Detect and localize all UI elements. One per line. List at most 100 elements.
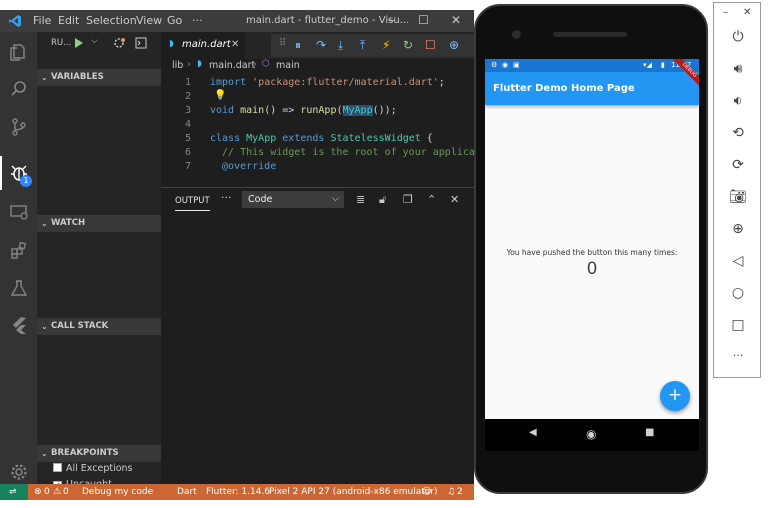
- code-line-7: @override: [210, 161, 277, 172]
- lightbulb-icon[interactable]: 💡: [214, 90, 226, 101]
- stop-icon[interactable]: ☐: [425, 38, 436, 52]
- open-in-editor-icon[interactable]: ❐: [403, 193, 413, 206]
- volume-down-icon[interactable]: 🔉︎: [726, 93, 750, 115]
- emulator-minimize-button[interactable]: –: [723, 7, 728, 18]
- breakpoint-all-exceptions[interactable]: All Exceptions: [53, 463, 133, 477]
- warning-count[interactable]: 0: [63, 484, 69, 500]
- menu-selection[interactable]: Selection: [86, 14, 137, 27]
- section-breakpoints[interactable]: ⌄ BREAKPOINTS: [37, 445, 161, 462]
- restart-icon[interactable]: ↻: [403, 38, 413, 52]
- close-panel-icon[interactable]: ✕: [450, 193, 459, 206]
- explorer-icon[interactable]: [9, 42, 29, 62]
- clear-output-icon[interactable]: ≣: [356, 193, 365, 206]
- tab-close-icon[interactable]: ✕: [231, 39, 239, 50]
- config-dropdown-chevron-icon[interactable]: ⌵: [91, 36, 98, 46]
- volume-up-icon[interactable]: 🔊︎: [726, 61, 750, 83]
- test-flask-icon[interactable]: [9, 278, 29, 298]
- section-breakpoints-label: BREAKPOINTS: [51, 448, 119, 458]
- feedback-icon[interactable]: ☺: [422, 484, 431, 500]
- zoom-icon[interactable]: ⊕: [726, 221, 750, 243]
- flutter-icon[interactable]: [9, 315, 29, 335]
- more-options-icon[interactable]: ···: [726, 349, 750, 371]
- increment-fab-button[interactable]: +: [660, 381, 690, 411]
- chevron-down-icon: ⌄: [41, 322, 48, 331]
- debug-config-label[interactable]: RU...: [51, 38, 71, 48]
- android-emulator: ⚙ ◉ ▣ ▾◢ ▮ 11:57 Flutter Demo Home Page …: [474, 4, 708, 494]
- lock-scroll-icon[interactable]: 🔓︎: [379, 193, 386, 207]
- start-debugging-icon[interactable]: [74, 38, 83, 48]
- debug-console-icon[interactable]: [135, 37, 147, 49]
- checkbox-unchecked[interactable]: [53, 463, 62, 472]
- code-editor[interactable]: 1 import 'package:flutter/material.dart'…: [161, 77, 474, 187]
- method-icon: ⬡: [262, 59, 270, 69]
- front-camera: [512, 30, 521, 39]
- notification-count[interactable]: 2: [457, 484, 463, 500]
- menu-go[interactable]: Go: [167, 14, 182, 27]
- section-variables-label: VARIABLES: [51, 72, 104, 82]
- back-icon[interactable]: ◁: [726, 253, 750, 275]
- breadcrumb-file[interactable]: main.dart: [209, 60, 255, 71]
- emulator-close-button[interactable]: ✕: [743, 7, 751, 18]
- home-icon[interactable]: ◉: [586, 427, 596, 441]
- editor-area: ◗ main.dart ✕ ⠿ ⏸ ↷ ⤓ ⤒ ⚡ ↻ ☐ ⊕ lib › ◗ …: [161, 32, 474, 484]
- back-icon[interactable]: ◀: [529, 427, 537, 438]
- source-control-icon[interactable]: [9, 117, 29, 137]
- tab-output[interactable]: OUTPUT: [175, 196, 210, 211]
- android-status-bar: ⚙ ◉ ▣ ▾◢ ▮ 11:57: [485, 59, 699, 72]
- flutter-version[interactable]: Flutter: 1.14.6: [206, 484, 270, 500]
- wifi-icon: ▾◢: [643, 61, 652, 69]
- editor-tabs: ◗ main.dart ✕ ⠿ ⏸ ↷ ⤓ ⤒ ⚡ ↻ ☐ ⊕: [161, 32, 474, 59]
- code-line-6: // This widget is the root of your appli…: [210, 147, 474, 158]
- code-line-3: void main() => runApp(MyApp());: [210, 105, 397, 116]
- overview-icon[interactable]: □: [726, 317, 750, 339]
- drag-handle-icon[interactable]: ⠿: [279, 38, 286, 49]
- debug-floating-toolbar: ⠿ ⏸ ↷ ⤓ ⤒ ⚡ ↻ ☐ ⊕: [271, 34, 474, 57]
- power-icon[interactable]: ⏻: [726, 29, 750, 51]
- menu-more[interactable]: ···: [192, 14, 203, 27]
- minimize-button[interactable]: –: [388, 13, 394, 27]
- screenshot-camera-icon[interactable]: 📷︎: [726, 189, 750, 211]
- vscode-logo-icon: [9, 15, 21, 27]
- step-into-icon[interactable]: ⤓: [338, 38, 343, 53]
- rotate-left-icon[interactable]: ⟲: [726, 125, 750, 147]
- line-number: 1: [184, 77, 191, 88]
- close-button[interactable]: ✕: [451, 13, 461, 27]
- app-title: Flutter Demo Home Page: [493, 83, 635, 94]
- step-out-icon[interactable]: ⤒: [360, 38, 365, 53]
- debug-settings-gear-icon[interactable]: [113, 37, 125, 49]
- maximize-panel-icon[interactable]: ⌃: [427, 193, 436, 206]
- output-panel: OUTPUT ··· Code ⌵ ≣ 🔓︎ ❐ ⌃ ✕: [161, 187, 474, 484]
- sd-card-icon: ▣: [513, 61, 520, 69]
- error-count[interactable]: 0: [44, 484, 50, 500]
- recents-icon[interactable]: ■: [645, 427, 654, 438]
- home-icon[interactable]: ○: [726, 285, 750, 307]
- language-mode[interactable]: Dart: [177, 484, 197, 500]
- pause-icon[interactable]: ⏸: [295, 38, 301, 53]
- phone-screen: ⚙ ◉ ▣ ▾◢ ▮ 11:57 Flutter Demo Home Page …: [485, 59, 699, 419]
- hot-reload-icon[interactable]: ⚡: [382, 38, 390, 52]
- remote-explorer-icon[interactable]: [9, 202, 29, 222]
- counter-prompt: You have pushed the button this many tim…: [506, 248, 678, 257]
- rotate-right-icon[interactable]: ⟳: [726, 157, 750, 179]
- step-over-icon[interactable]: ↷: [316, 38, 326, 52]
- menu-file[interactable]: File: [33, 14, 51, 27]
- section-watch[interactable]: ⌄ WATCH: [37, 215, 161, 232]
- output-channel-select[interactable]: Code ⌵: [242, 191, 344, 208]
- breadcrumb-symbol[interactable]: main: [276, 60, 300, 71]
- search-icon[interactable]: [9, 79, 29, 99]
- inspect-widget-icon[interactable]: ⊕: [449, 38, 459, 52]
- extensions-icon[interactable]: [9, 240, 29, 260]
- maximize-button[interactable]: ☐: [418, 13, 429, 27]
- panel-more-icon[interactable]: ···: [221, 191, 232, 204]
- breadcrumb-lib[interactable]: lib: [172, 60, 183, 71]
- line-number: 5: [184, 133, 191, 144]
- section-variables[interactable]: ⌄ VARIABLES: [37, 69, 161, 86]
- device-selector[interactable]: Pixel 2 API 27 (android-x86 emulator): [269, 484, 438, 500]
- debug-mode[interactable]: Debug my code: [82, 484, 153, 500]
- menu-view[interactable]: View: [136, 14, 162, 27]
- menu-edit[interactable]: Edit: [58, 14, 79, 27]
- settings-gear-icon[interactable]: [9, 462, 29, 482]
- remote-indicator[interactable]: ⇌: [0, 484, 28, 500]
- tab-main-dart[interactable]: ◗ main.dart ✕: [161, 32, 245, 59]
- section-call-stack[interactable]: ⌄ CALL STACK: [37, 318, 161, 335]
